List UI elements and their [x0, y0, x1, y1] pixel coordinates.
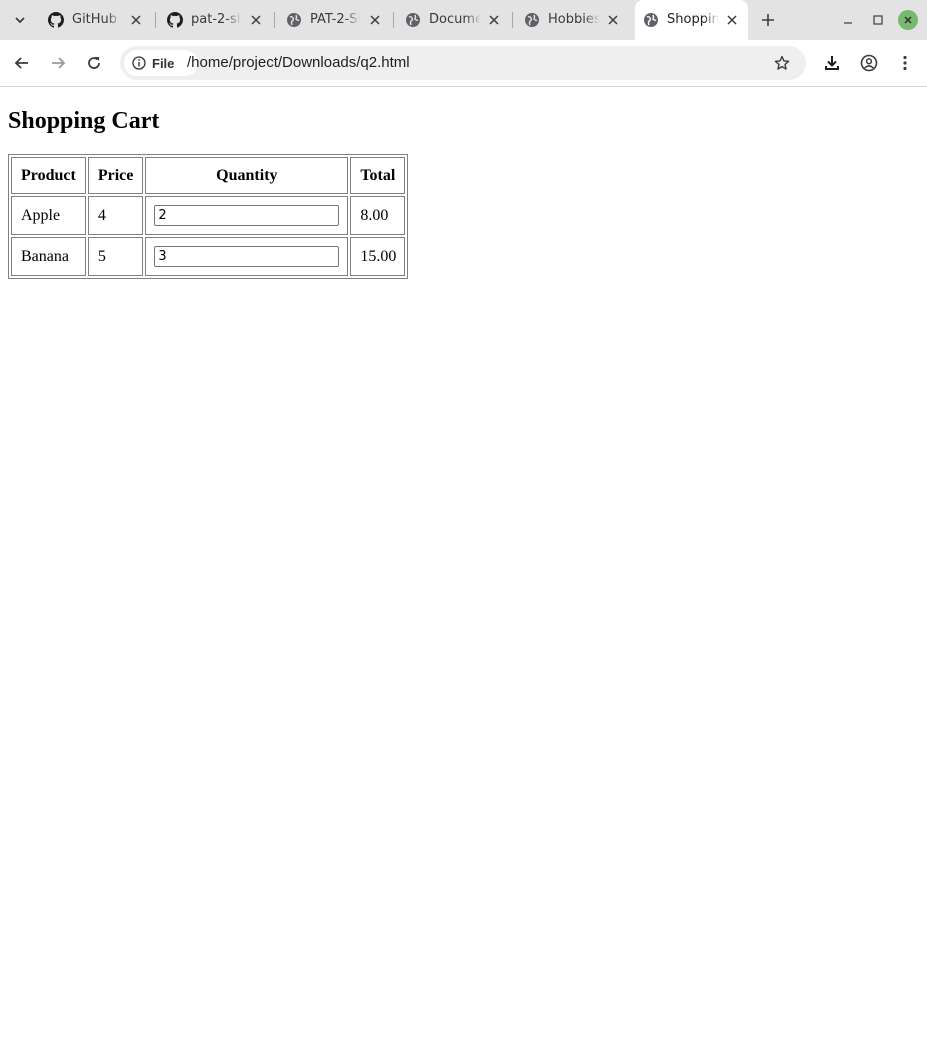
- globe-icon: [524, 12, 540, 28]
- url-text[interactable]: /home/project/Downloads/q2.html: [187, 54, 410, 72]
- table-header-row: Product Price Quantity Total: [11, 157, 406, 194]
- tab-separator: [512, 12, 513, 28]
- close-icon[interactable]: [724, 12, 740, 28]
- tab-title: PAT-2-SI: [310, 12, 360, 27]
- minimize-icon: [844, 22, 852, 24]
- tab-strip: GitHub ( pat-2-sh PAT-2-SI Docume Hobbie…: [0, 0, 927, 40]
- more-vert-icon: [903, 55, 907, 71]
- new-tab-button[interactable]: [756, 8, 780, 32]
- info-icon: [132, 56, 146, 70]
- plus-icon: [762, 14, 774, 26]
- download-icon: [825, 56, 839, 70]
- back-button[interactable]: [9, 50, 35, 76]
- tab-title: pat-2-sh: [191, 12, 241, 27]
- tab-document[interactable]: Docume: [397, 0, 512, 40]
- header-product: Product: [11, 157, 86, 194]
- header-price: Price: [87, 157, 144, 194]
- cell-product: Banana: [11, 237, 86, 276]
- globe-icon: [405, 12, 421, 28]
- table-row: Apple 4 8.00: [11, 196, 406, 235]
- cart-table: Product Price Quantity Total Apple 4 8.0…: [8, 154, 409, 279]
- window-close-button[interactable]: [898, 10, 918, 30]
- cell-quantity: [145, 196, 349, 235]
- tab-separator: [155, 12, 156, 28]
- globe-icon: [643, 12, 659, 28]
- tab-title: Shoppin: [667, 12, 719, 27]
- maximize-button[interactable]: [868, 10, 888, 30]
- tab-search-button[interactable]: [6, 6, 34, 34]
- github-icon: [167, 12, 183, 28]
- close-icon[interactable]: [128, 12, 144, 28]
- globe-icon: [286, 12, 302, 28]
- star-icon: [774, 55, 790, 70]
- tab-title: Docume: [429, 12, 481, 27]
- cell-price: 5: [87, 237, 144, 276]
- tab-title: Hobbies: [548, 12, 600, 27]
- close-icon[interactable]: [248, 12, 264, 28]
- cell-product: Apple: [11, 196, 86, 235]
- tab-shopping-cart[interactable]: Shoppin: [635, 0, 748, 40]
- tab-pat-2-si[interactable]: PAT-2-SI: [278, 0, 393, 40]
- bookmark-button[interactable]: [772, 53, 792, 73]
- close-icon: [904, 16, 912, 24]
- cell-total: 15.00: [350, 237, 406, 276]
- site-chip-label: File: [152, 55, 175, 71]
- tab-title: GitHub (: [72, 12, 122, 27]
- close-icon[interactable]: [367, 12, 383, 28]
- address-bar[interactable]: File /home/project/Downloads/q2.html: [120, 46, 806, 80]
- browser-toolbar: File /home/project/Downloads/q2.html: [0, 40, 927, 87]
- forward-button[interactable]: [45, 50, 71, 76]
- tab-pat-2-sh[interactable]: pat-2-sh: [159, 0, 274, 40]
- arrow-right-icon: [52, 57, 66, 69]
- close-icon[interactable]: [486, 12, 502, 28]
- maximize-icon: [873, 15, 883, 25]
- reload-icon: [88, 57, 100, 69]
- quantity-input[interactable]: [154, 246, 340, 267]
- reload-button[interactable]: [81, 50, 107, 76]
- header-total: Total: [350, 157, 406, 194]
- quantity-input[interactable]: [154, 205, 340, 226]
- downloads-button[interactable]: [819, 50, 845, 76]
- page-title: Shopping Cart: [8, 108, 160, 134]
- close-icon[interactable]: [605, 12, 621, 28]
- profile-button[interactable]: [856, 50, 882, 76]
- chevron-down-icon: [15, 17, 25, 24]
- menu-button[interactable]: [892, 50, 918, 76]
- github-icon: [48, 12, 64, 28]
- tab-separator: [274, 12, 275, 28]
- cell-price: 4: [87, 196, 144, 235]
- header-quantity: Quantity: [145, 157, 349, 194]
- table-row: Banana 5 15.00: [11, 237, 406, 276]
- minimize-button[interactable]: [838, 10, 858, 30]
- tab-separator: [393, 12, 394, 28]
- cell-quantity: [145, 237, 349, 276]
- arrow-left-icon: [14, 57, 28, 69]
- page-content: Shopping Cart Product Price Quantity Tot…: [0, 88, 927, 1038]
- tab-github[interactable]: GitHub (: [40, 0, 155, 40]
- account-icon: [860, 54, 878, 72]
- tab-hobbies[interactable]: Hobbies: [516, 0, 631, 40]
- cell-total: 8.00: [350, 196, 406, 235]
